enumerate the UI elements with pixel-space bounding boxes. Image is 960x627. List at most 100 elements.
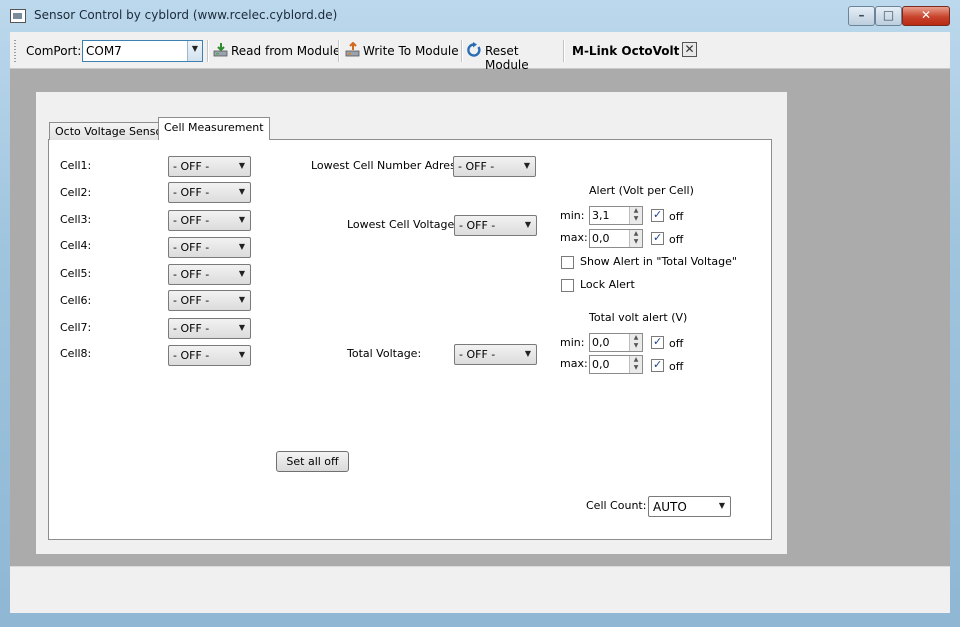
comport-select[interactable]: COM7 ▼ [82, 40, 203, 62]
title-bar[interactable]: Sensor Control by cyblord (www.rcelec.cy… [0, 0, 960, 32]
chevron-down-icon: ▼ [238, 161, 245, 170]
cell8-select[interactable]: - OFF - ▼ [168, 345, 251, 366]
toolbar-separator [207, 40, 209, 62]
total-alert-min-input[interactable]: 0,0 ▲ ▼ [589, 333, 643, 352]
lowest-cell-voltage-label: Lowest Cell Voltage: [347, 218, 458, 231]
toolbar: ComPort: COM7 ▼ Read from Module Write T… [10, 32, 950, 72]
spin-down-icon[interactable]: ▼ [630, 342, 642, 350]
comport-dropdown-button[interactable]: ▼ [187, 41, 202, 61]
toolbar-grip[interactable] [14, 40, 16, 62]
cell1-label: Cell1: [60, 159, 92, 172]
spin-up-icon[interactable]: ▲ [630, 230, 642, 238]
window-title: Sensor Control by cyblord (www.rcelec.cy… [34, 8, 338, 22]
chevron-down-icon: ▼ [238, 215, 245, 224]
cell3-label: Cell3: [60, 213, 92, 226]
write-to-module-button[interactable]: Write To Module [344, 40, 460, 62]
alert-max-spinner[interactable]: ▲ ▼ [629, 230, 642, 247]
set-all-off-button[interactable]: Set all off [276, 451, 349, 472]
cell-count-label: Cell Count: [586, 499, 647, 512]
read-from-module-button[interactable]: Read from Module [212, 40, 356, 62]
total-alert-max-off-label: off [669, 360, 684, 373]
cell4-select[interactable]: - OFF - ▼ [168, 237, 251, 258]
cell7-label: Cell7: [60, 321, 92, 334]
status-bar [10, 566, 950, 613]
chevron-down-icon: ▼ [238, 295, 245, 304]
maximize-icon: □ [882, 8, 895, 22]
write-to-module-label: Write To Module [363, 44, 459, 58]
minimize-icon: – [858, 8, 865, 22]
cell3-select[interactable]: - OFF - ▼ [168, 210, 251, 231]
total-alert-min-value: 0,0 [592, 336, 610, 349]
chevron-down-icon: ▼ [191, 44, 199, 53]
alert-max-off-label: off [669, 233, 684, 246]
spin-up-icon[interactable]: ▲ [630, 207, 642, 215]
lowest-cell-voltage-select[interactable]: - OFF - ▼ [454, 215, 537, 236]
spin-up-icon[interactable]: ▲ [630, 356, 642, 364]
alert-min-off-checkbox[interactable] [651, 208, 664, 222]
total-voltage-select[interactable]: - OFF - ▼ [454, 344, 537, 365]
cell6-value: - OFF - [173, 294, 210, 307]
alert-max-input[interactable]: 0,0 ▲ ▼ [589, 229, 643, 248]
close-icon[interactable]: ✕ [682, 42, 697, 57]
cell1-value: - OFF - [173, 160, 210, 173]
close-window-icon: ✕ [920, 8, 932, 22]
tab-cell-measurement[interactable]: Cell Measurement [158, 117, 270, 140]
total-alert-min-off-checkbox[interactable] [651, 335, 664, 349]
minimize-button[interactable]: – [848, 6, 875, 26]
cell6-select[interactable]: - OFF - ▼ [168, 290, 251, 311]
chevron-down-icon: ▼ [238, 187, 245, 196]
alert-min-off-label: off [669, 210, 684, 223]
alert-min-input[interactable]: 3,1 ▲ ▼ [589, 206, 643, 225]
spin-down-icon[interactable]: ▼ [630, 364, 642, 372]
maximize-button[interactable]: □ [875, 6, 902, 26]
total-alert-min-spinner[interactable]: ▲ ▼ [629, 334, 642, 351]
cell1-select[interactable]: - OFF - ▼ [168, 156, 251, 177]
cell7-select[interactable]: - OFF - ▼ [168, 318, 251, 339]
app-icon [10, 9, 26, 23]
cell3-value: - OFF - [173, 214, 210, 227]
spin-down-icon[interactable]: ▼ [630, 238, 642, 246]
close-window-button[interactable]: ✕ [902, 6, 950, 26]
alert-max-off-checkbox[interactable] [651, 231, 664, 245]
alert-min-value: 3,1 [592, 209, 610, 222]
lowest-cell-number-value: - OFF - [458, 160, 495, 173]
spin-down-icon[interactable]: ▼ [630, 215, 642, 223]
comport-value: COM7 [86, 44, 122, 58]
tab-octo-voltage-sensor[interactable]: Octo Voltage Sensor [49, 122, 173, 140]
chevron-down-icon: ▼ [524, 349, 531, 358]
lock-alert-checkbox[interactable] [561, 279, 574, 292]
chevron-down-icon: ▼ [238, 269, 245, 278]
alert-group-title: Alert (Volt per Cell) [589, 184, 694, 197]
lowest-cell-number-select[interactable]: - OFF - ▼ [453, 156, 536, 177]
cell2-select[interactable]: - OFF - ▼ [168, 182, 251, 203]
cell-count-select[interactable]: AUTO ▼ [648, 496, 731, 517]
read-from-module-label: Read from Module [231, 44, 341, 58]
lowest-cell-number-label: Lowest Cell Number Adress: [311, 159, 466, 172]
reset-module-button[interactable]: Reset Module [466, 40, 562, 72]
alert-max-label: max: [560, 231, 588, 244]
show-alert-checkbox[interactable] [561, 256, 574, 269]
total-voltage-value: - OFF - [459, 348, 496, 361]
spin-up-icon[interactable]: ▲ [630, 334, 642, 342]
cell8-label: Cell8: [60, 347, 92, 360]
cell5-select[interactable]: - OFF - ▼ [168, 264, 251, 285]
total-alert-max-off-checkbox[interactable] [651, 358, 664, 372]
alert-max-value: 0,0 [592, 232, 610, 245]
cell5-value: - OFF - [173, 268, 210, 281]
chevron-down-icon: ▼ [523, 161, 530, 170]
total-alert-group-title: Total volt alert (V) [589, 311, 688, 324]
comport-label: ComPort: [26, 44, 82, 58]
toolbar-separator [563, 40, 565, 62]
total-alert-max-spinner[interactable]: ▲ ▼ [629, 356, 642, 373]
total-alert-max-input[interactable]: 0,0 ▲ ▼ [589, 355, 643, 374]
cell8-value: - OFF - [173, 349, 210, 362]
toolbar-separator [338, 40, 340, 62]
cell6-label: Cell6: [60, 294, 92, 307]
cell4-label: Cell4: [60, 239, 92, 252]
write-module-icon [345, 42, 360, 57]
cell5-label: Cell5: [60, 267, 92, 280]
total-alert-max-value: 0,0 [592, 358, 610, 371]
cell2-label: Cell2: [60, 186, 92, 199]
alert-min-spinner[interactable]: ▲ ▼ [629, 207, 642, 224]
reset-module-icon [467, 42, 481, 57]
